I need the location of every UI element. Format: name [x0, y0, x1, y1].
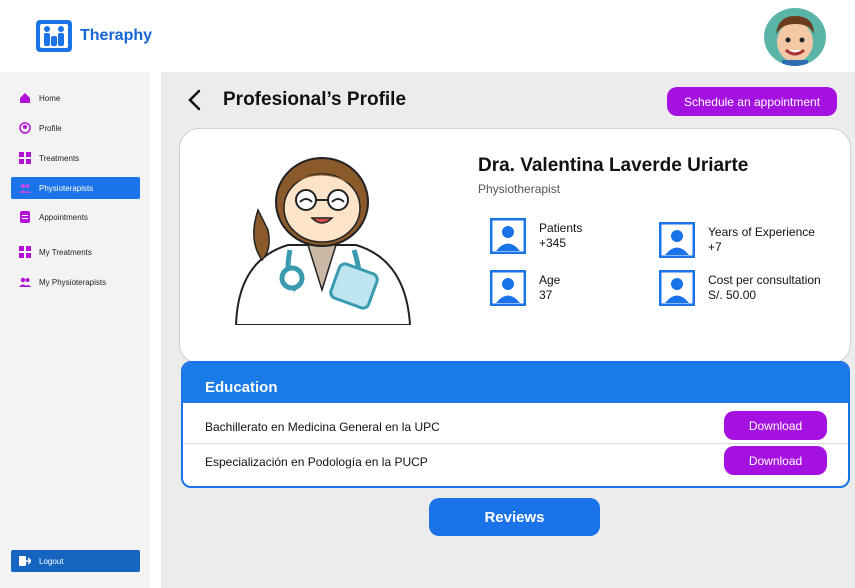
divider	[183, 443, 848, 444]
stat-patients: Patients +345	[490, 218, 582, 254]
education-header	[183, 363, 848, 403]
sidebar-item-my-treatments[interactable]: My Treatments	[11, 241, 140, 263]
sidebar-item-my-physioterapists[interactable]: My Physioterapists	[11, 271, 140, 293]
grid-icon	[19, 152, 31, 164]
logout-icon	[19, 556, 31, 566]
stat-label: Age	[539, 273, 561, 287]
document-icon	[20, 211, 30, 223]
stat-years-experience: Years of Experience +7	[659, 222, 815, 258]
reviews-button[interactable]: Reviews	[429, 498, 600, 536]
app-logo[interactable]: Theraphy	[34, 16, 152, 56]
logout-button[interactable]: Logout	[11, 550, 140, 572]
profile-icon	[19, 122, 31, 134]
sidebar-item-label: My Physioterapists	[39, 277, 107, 287]
sidebar-item-physioterapists[interactable]: Physioterapists	[11, 177, 140, 199]
sidebar-item-profile[interactable]: Profile	[11, 117, 140, 139]
stat-value: S/. 50.00	[708, 288, 757, 302]
stat-label: Patients	[539, 221, 583, 235]
avatar[interactable]	[764, 8, 826, 66]
page-title: Profesional’s Profile	[223, 89, 407, 110]
download-button[interactable]: Download	[724, 411, 827, 440]
back-arrow-icon[interactable]	[184, 88, 206, 112]
user-box-icon	[659, 270, 695, 306]
logout-label: Logout	[39, 556, 64, 566]
stat-label: Cost per consultation	[708, 273, 821, 287]
sidebar-item-label: Profile	[39, 123, 62, 133]
sidebar-item-label: Home	[39, 93, 61, 103]
sidebar-item-home[interactable]: Home	[11, 87, 140, 109]
doctor-role: Physiotherapist	[478, 182, 561, 196]
user-box-icon	[490, 218, 526, 254]
sidebar-item-label: Treatments	[39, 153, 80, 163]
sidebar-item-label: Appointments	[39, 212, 88, 222]
education-item: Especialización en Podología en la PUCP	[205, 455, 428, 469]
top-bar: Theraphy	[0, 0, 855, 72]
home-icon	[20, 93, 30, 103]
doctor-name: Dra. Valentina Laverde Uriarte	[478, 155, 749, 176]
user-box-icon	[659, 222, 695, 258]
doctor-illustration	[234, 157, 412, 325]
education-card: Education Bachillerato en Medicina Gener…	[181, 361, 850, 488]
stat-value: +345	[539, 236, 567, 250]
stat-age: Age 37	[490, 270, 560, 306]
education-title: Education	[205, 379, 278, 396]
sidebar-item-appointments[interactable]: Appointments	[11, 206, 140, 228]
grid-icon	[19, 246, 31, 258]
group-icon	[19, 183, 31, 193]
group-icon	[19, 277, 31, 287]
logo-icon	[36, 20, 72, 52]
sidebar-item-label: Physioterapists	[39, 183, 94, 193]
stat-label: Years of Experience	[708, 225, 815, 239]
education-item: Bachillerato en Medicina General en la U…	[205, 420, 440, 434]
user-box-icon	[490, 270, 526, 306]
schedule-appointment-button[interactable]: Schedule an appointment	[667, 87, 837, 116]
download-button[interactable]: Download	[724, 446, 827, 475]
sidebar-item-label: My Treatments	[39, 247, 92, 257]
stat-cost-consultation: Cost per consultation S/. 50.00	[659, 270, 821, 306]
stat-value: +7	[708, 240, 722, 254]
app-name: Theraphy	[80, 27, 153, 44]
user-avatar-icon	[764, 8, 826, 66]
sidebar-item-treatments[interactable]: Treatments	[11, 147, 140, 169]
stat-value: 37	[539, 288, 553, 302]
